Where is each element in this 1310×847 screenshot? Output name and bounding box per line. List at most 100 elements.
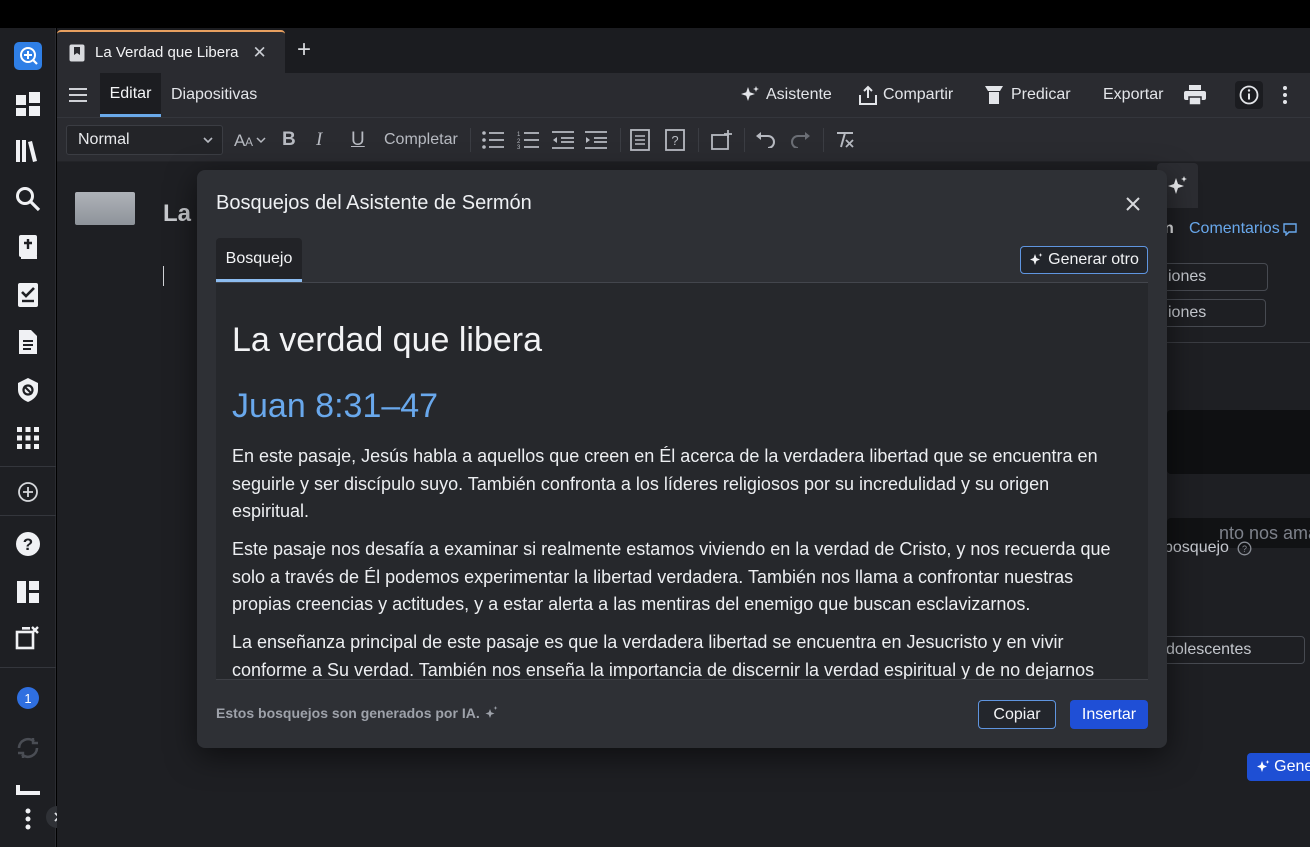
generar-otro-button[interactable]: Generar otro xyxy=(1020,246,1148,274)
side-option-chip[interactable]: iones xyxy=(1157,263,1268,291)
side-text-area[interactable] xyxy=(1167,410,1310,474)
more-vertical-icon[interactable] xyxy=(14,805,42,833)
generar-otro-label: Generar otro xyxy=(1048,251,1139,268)
ai-disclaimer-text: Estos bosquejos son generados por IA. xyxy=(216,705,480,721)
insertar-button[interactable]: Insertar xyxy=(1070,700,1148,729)
paragraph-block-icon[interactable] xyxy=(630,118,650,162)
shelf-icon[interactable] xyxy=(14,778,42,806)
underline-icon[interactable]: U xyxy=(351,118,365,162)
ai-disclaimer: Estos bosquejos son generados por IA. xyxy=(216,705,498,721)
notification-badge[interactable]: 1 xyxy=(14,684,42,712)
sparkle-icon xyxy=(741,86,759,101)
menu-icon[interactable] xyxy=(69,73,87,117)
outline-title: La verdad que libera xyxy=(232,321,543,359)
svg-text:?: ? xyxy=(23,535,33,554)
bold-icon[interactable]: B xyxy=(282,118,296,162)
help-circle-icon[interactable]: ? xyxy=(1237,541,1252,556)
new-tab-button[interactable]: + xyxy=(297,38,311,62)
toolbar-divider xyxy=(620,128,621,152)
sermon-outline-dialog: Bosquejos del Asistente de Sermón Bosque… xyxy=(197,170,1167,748)
share-icon xyxy=(859,85,877,105)
add-block-icon[interactable] xyxy=(711,118,733,162)
sparkle-icon xyxy=(1257,760,1270,772)
close-windows-icon[interactable] xyxy=(14,624,42,652)
outline-paragraph: En este pasaje, Jesús habla a aquellos q… xyxy=(232,446,1098,521)
outline-paragraph: La enseñanza principal de este pasaje es… xyxy=(232,632,1095,680)
bullet-list-icon[interactable] xyxy=(482,118,504,162)
sermon-cover-thumbnail[interactable] xyxy=(75,192,135,225)
clear-format-icon[interactable] xyxy=(835,118,855,162)
more-options-icon[interactable] xyxy=(1282,73,1288,117)
notification-count: 1 xyxy=(17,687,39,709)
paragraph-style-select[interactable]: Normal xyxy=(66,125,223,155)
tab-editar[interactable]: Editar xyxy=(100,73,161,117)
tab-bosquejo[interactable]: Bosquejo xyxy=(216,238,302,282)
document-tab-title: La Verdad que Libera xyxy=(95,44,239,61)
add-circle-icon[interactable] xyxy=(14,478,42,506)
print-icon[interactable] xyxy=(1184,73,1206,117)
audience-chip[interactable]: dolescentes xyxy=(1157,636,1305,664)
library-icon[interactable] xyxy=(14,137,42,165)
document-tab-strip: La Verdad que Libera ✕ + xyxy=(57,28,1310,73)
toolbar-divider xyxy=(470,128,471,152)
sync-icon[interactable] xyxy=(14,734,42,762)
left-nav-rail: ? 1 xyxy=(0,28,56,847)
rail-divider xyxy=(0,667,56,668)
outline-paragraph: Este pasaje nos desafía a examinar si re… xyxy=(232,539,1111,614)
exportar-button[interactable]: Exportar xyxy=(1103,73,1163,117)
sparkle-icon xyxy=(485,706,498,718)
help-icon[interactable]: ? xyxy=(14,530,42,558)
asistente-button[interactable]: Asistente xyxy=(740,73,832,117)
redo-icon[interactable] xyxy=(790,118,812,162)
rail-divider xyxy=(0,515,56,516)
comentarios-label: Comentarios xyxy=(1189,220,1280,237)
close-tab-icon[interactable]: ✕ xyxy=(252,43,266,63)
document-title[interactable]: La xyxy=(163,200,191,228)
predicar-button[interactable]: Predicar xyxy=(985,73,1071,117)
completar-button[interactable]: Completar xyxy=(384,118,458,162)
question-block-icon[interactable]: ? xyxy=(665,118,685,162)
text-cursor xyxy=(163,266,164,286)
scripture-reference[interactable]: Juan 8:31–47 xyxy=(232,387,438,426)
outline-content[interactable]: La verdad que libera Juan 8:31–47 En est… xyxy=(216,283,1148,680)
dashboard-icon[interactable] xyxy=(14,90,42,118)
comment-icon xyxy=(1283,222,1297,236)
search-icon[interactable] xyxy=(14,185,42,213)
rail-divider xyxy=(0,466,56,467)
pulpit-icon xyxy=(985,86,1003,104)
copiar-button[interactable]: Copiar xyxy=(978,700,1056,729)
numbered-list-icon[interactable]: 123 xyxy=(517,118,539,162)
bosquejo-option-label: bosquejo xyxy=(1164,539,1229,556)
shield-icon[interactable] xyxy=(14,376,42,404)
svg-text:?: ? xyxy=(1242,544,1247,554)
bible-icon[interactable] xyxy=(14,233,42,261)
undo-icon[interactable] xyxy=(754,118,776,162)
italic-icon[interactable]: I xyxy=(316,118,322,162)
editor-toolbar: Editar Diapositivas Asistente Compartir … xyxy=(57,73,1310,117)
paragraph-style-value: Normal xyxy=(78,131,130,148)
document-icon[interactable] xyxy=(14,328,42,356)
svg-text:A: A xyxy=(245,135,253,149)
svg-text:?: ? xyxy=(671,133,678,148)
font-size-icon[interactable]: AA xyxy=(234,118,268,162)
apps-grid-icon[interactable] xyxy=(14,424,42,452)
outdent-icon[interactable] xyxy=(552,118,574,162)
side-generar-label: Generar xyxy=(1274,758,1310,775)
close-icon[interactable] xyxy=(1121,192,1145,216)
document-tab[interactable]: La Verdad que Libera ✕ xyxy=(57,30,285,73)
side-option-chip[interactable]: iones xyxy=(1157,299,1266,327)
tab-diapositivas[interactable]: Diapositivas xyxy=(171,73,257,117)
predicar-label: Predicar xyxy=(1011,86,1071,103)
compartir-button[interactable]: Compartir xyxy=(859,73,953,117)
info-icon[interactable] xyxy=(1235,73,1263,117)
side-generar-button[interactable]: Generar xyxy=(1247,753,1310,781)
indent-icon[interactable] xyxy=(585,118,607,162)
asistente-label: Asistente xyxy=(766,86,832,103)
svg-text:1: 1 xyxy=(517,132,521,138)
sermon-doc-icon xyxy=(69,44,85,61)
comentarios-link[interactable]: Comentarios xyxy=(1189,220,1297,238)
checklist-icon[interactable] xyxy=(14,281,42,309)
search-bible-icon[interactable] xyxy=(14,42,42,70)
compartir-label: Compartir xyxy=(883,86,954,103)
layout-icon[interactable] xyxy=(14,578,42,606)
